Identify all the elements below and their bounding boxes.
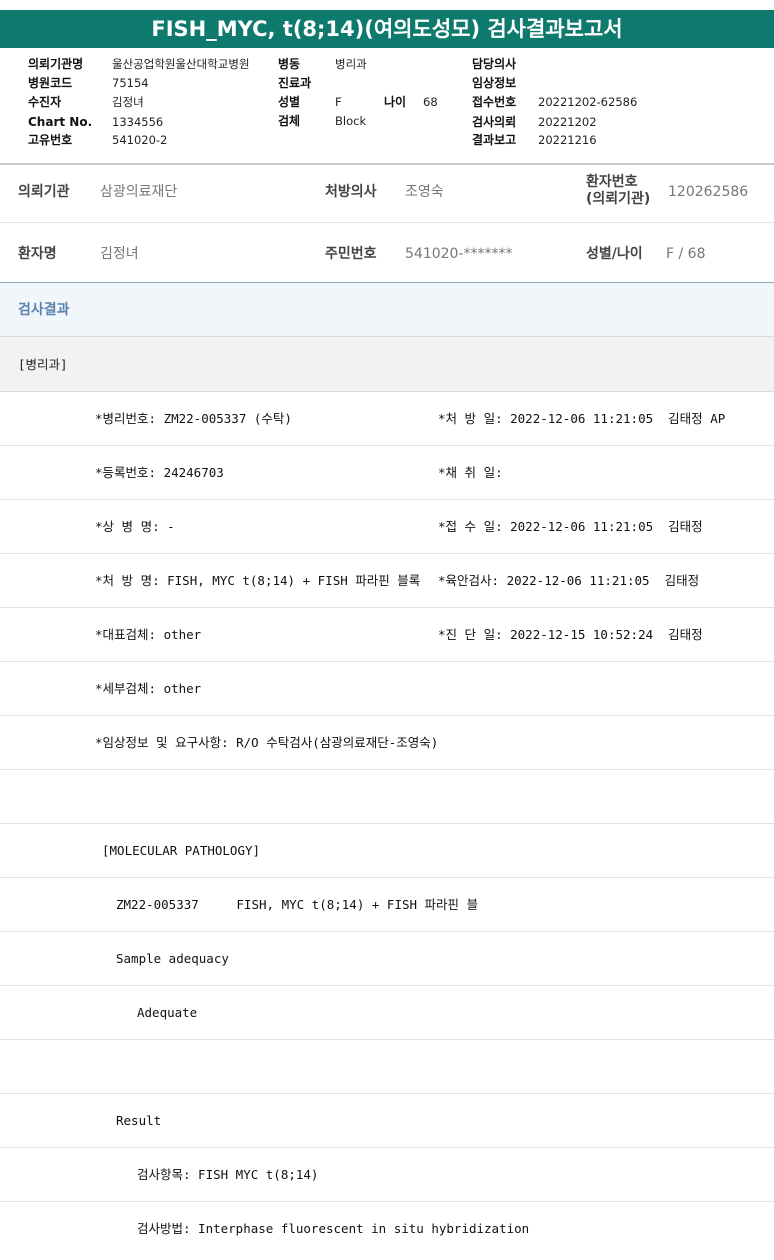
header-divider bbox=[0, 163, 774, 165]
chart-no-value: 1334556 bbox=[112, 115, 164, 129]
resident-no-value: 541020-******* bbox=[405, 246, 513, 262]
result-line-right: *육안검사: 2022-12-06 11:21:05 김태정 bbox=[438, 573, 700, 588]
physician-value: 조영숙 bbox=[405, 184, 444, 200]
result-row: *처 방 명: FISH, MYC t(8;14) + FISH 파라핀 블록 … bbox=[0, 554, 774, 608]
patient-info-divider bbox=[0, 222, 774, 223]
age-label: 나이 bbox=[384, 95, 407, 109]
patient-number-sublabel: (의뢰기관) bbox=[586, 191, 651, 207]
sex-value: F bbox=[335, 95, 342, 109]
result-row: *등록번호: 24246703 *채 취 일: bbox=[0, 446, 774, 500]
physician-label: 처방의사 bbox=[325, 184, 377, 200]
result-row: [MOLECULAR PATHOLOGY] bbox=[0, 824, 774, 878]
result-line-left: [MOLECULAR PATHOLOGY] bbox=[102, 843, 261, 858]
department-tag: [병리과] bbox=[0, 337, 774, 392]
patient-name-value: 김정녀 bbox=[100, 246, 139, 262]
result-line-left: 검사항목: FISH MYC t(8;14) bbox=[137, 1167, 319, 1182]
result-row: Adequate bbox=[0, 986, 774, 1040]
result-line-right: *처 방 일: 2022-12-06 11:21:05 김태정 AP bbox=[438, 411, 726, 426]
result-row bbox=[0, 1040, 774, 1094]
result-row: *병리번호: ZM22-005337 (수탁) *처 방 일: 2022-12-… bbox=[0, 392, 774, 446]
results-section-title: 검사결과 bbox=[0, 283, 774, 337]
result-row: *세부검체: other bbox=[0, 662, 774, 716]
institution-label: 의뢰기관 bbox=[18, 184, 70, 200]
chart-no-label: Chart No. bbox=[28, 115, 93, 129]
request-date-value: 20221202 bbox=[538, 115, 597, 129]
result-line-left: Sample adequacy bbox=[116, 951, 229, 966]
patient-value: 김정녀 bbox=[112, 95, 144, 109]
result-line-left: *상 병 명: - bbox=[95, 519, 175, 534]
report-date-label: 결과보고 bbox=[472, 133, 517, 147]
ward-label: 병동 bbox=[278, 57, 301, 71]
result-row: *임상정보 및 요구사항: R/O 수탁검사(삼광의료재단-조영숙) bbox=[0, 716, 774, 770]
receipt-no-value: 20221202-62586 bbox=[538, 95, 638, 109]
unique-no-value: 541020-2 bbox=[112, 133, 168, 147]
institution-value: 삼광의료재단 bbox=[100, 184, 178, 200]
result-row: 검사항목: FISH MYC t(8;14) bbox=[0, 1148, 774, 1202]
org-value: 울산공업학원울산대학교병원 bbox=[112, 57, 250, 71]
specimen-value: Block bbox=[335, 114, 367, 128]
result-line-left: *대표검체: other bbox=[95, 627, 202, 642]
result-line-left: *임상정보 및 요구사항: R/O 수탁검사(삼광의료재단-조영숙) bbox=[95, 735, 439, 750]
result-line-left: Adequate bbox=[137, 1005, 198, 1020]
result-line-left: *등록번호: 24246703 bbox=[95, 465, 224, 480]
result-line-left: *세부검체: other bbox=[95, 681, 202, 696]
result-line-right: *채 취 일: bbox=[438, 465, 503, 480]
result-line-left: Result bbox=[116, 1113, 162, 1128]
patient-number-value: 120262586 bbox=[668, 184, 749, 200]
result-line-left: 검사방법: Interphase fluorescent in situ hyb… bbox=[137, 1221, 530, 1236]
org-label: 의뢰기관명 bbox=[28, 57, 84, 71]
result-row: *상 병 명: - *접 수 일: 2022-12-06 11:21:05 김태… bbox=[0, 500, 774, 554]
sex-age-value: F / 68 bbox=[666, 246, 706, 262]
receipt-no-label: 접수번호 bbox=[472, 95, 517, 109]
result-row bbox=[0, 770, 774, 824]
age-value: 68 bbox=[423, 95, 438, 109]
doctor-label: 담당의사 bbox=[472, 57, 517, 71]
result-row: 검사방법: Interphase fluorescent in situ hyb… bbox=[0, 1202, 774, 1256]
result-line-left: ZM22-005337 FISH, MYC t(8;14) + FISH 파라핀… bbox=[116, 897, 479, 912]
result-line-right: *진 단 일: 2022-12-15 10:52:24 김태정 bbox=[438, 627, 703, 642]
result-row: ZM22-005337 FISH, MYC t(8;14) + FISH 파라핀… bbox=[0, 878, 774, 932]
patient-label: 수진자 bbox=[28, 95, 62, 109]
patient-number-label: 환자번호 bbox=[586, 174, 638, 190]
sex-age-label: 성별/나이 bbox=[586, 246, 643, 262]
hospital-code-label: 병원코드 bbox=[28, 76, 73, 90]
result-row: Sample adequacy bbox=[0, 932, 774, 986]
result-row: Result bbox=[0, 1094, 774, 1148]
report-title: FISH_MYC, t(8;14)(여의도성모) 검사결과보고서 bbox=[0, 10, 774, 48]
request-date-label: 검사의뢰 bbox=[472, 115, 517, 129]
patient-name-label: 환자명 bbox=[18, 246, 57, 262]
department-label: 진료과 bbox=[278, 76, 312, 90]
resident-no-label: 주민번호 bbox=[325, 246, 377, 262]
specimen-label: 검체 bbox=[278, 114, 301, 128]
result-line-left: *병리번호: ZM22-005337 (수탁) bbox=[95, 411, 292, 426]
result-line-right: *접 수 일: 2022-12-06 11:21:05 김태정 bbox=[438, 519, 703, 534]
sex-label: 성별 bbox=[278, 95, 301, 109]
clinical-info-label: 임상정보 bbox=[472, 76, 517, 90]
result-line-left: *처 방 명: FISH, MYC t(8;14) + FISH 파라핀 블록 bbox=[95, 573, 421, 588]
report-date-value: 20221216 bbox=[538, 133, 597, 147]
hospital-code-value: 75154 bbox=[112, 76, 149, 90]
unique-no-label: 고유번호 bbox=[28, 133, 73, 147]
ward-value: 병리과 bbox=[335, 57, 367, 71]
result-row: *대표검체: other *진 단 일: 2022-12-15 10:52:24… bbox=[0, 608, 774, 662]
